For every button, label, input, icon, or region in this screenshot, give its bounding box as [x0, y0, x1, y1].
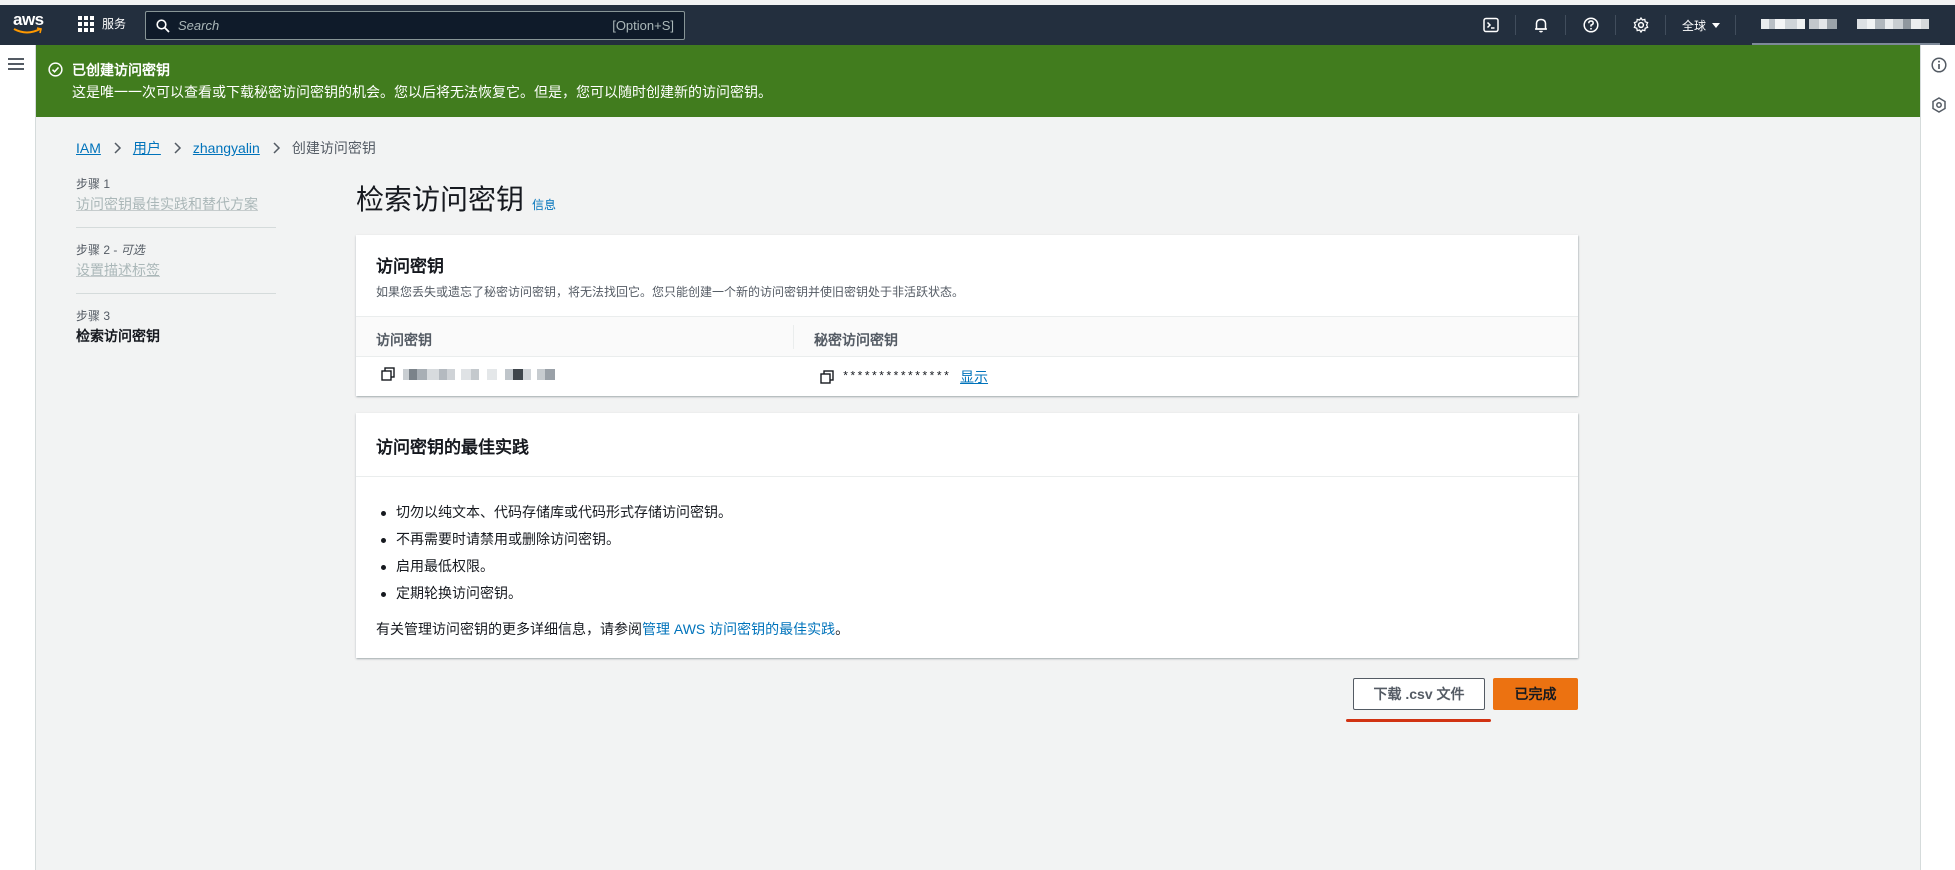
- show-secret-link[interactable]: 显示: [960, 367, 988, 387]
- nav-divider: [1565, 15, 1566, 35]
- success-flash-banner: 已创建访问密钥 这是唯一一次可以查看或下载秘密访问密钥的机会。您以后将无法恢复它…: [36, 45, 1920, 117]
- nav-divider: [1515, 15, 1516, 35]
- card-description: 如果您丢失或遗忘了秘密访问密钥，将无法找回它。您只能创建一个新的访问密钥并使旧密…: [376, 285, 965, 299]
- search-input[interactable]: [178, 18, 613, 33]
- chevron-right-icon: [174, 142, 181, 154]
- nav-divider: [1665, 15, 1666, 35]
- info-icon[interactable]: [1931, 57, 1947, 73]
- aws-logo[interactable]: aws: [13, 11, 47, 39]
- best-practices-link[interactable]: 管理 AWS 访问密钥的最佳实践: [642, 621, 835, 637]
- breadcrumb-users[interactable]: 用户: [133, 138, 161, 158]
- step-link[interactable]: 设置描述标签: [76, 259, 276, 281]
- left-panel-strip: [0, 45, 36, 870]
- card-header: 访问密钥 如果您丢失或遗忘了秘密访问密钥，将无法找回它。您只能创建一个新的访问密…: [356, 235, 1578, 317]
- breadcrumb: IAM 用户 zhangyalin 创建访问密钥: [76, 138, 376, 158]
- download-csv-button[interactable]: 下载 .csv 文件: [1353, 678, 1485, 710]
- cloudshell-icon[interactable]: [1483, 17, 1499, 33]
- info-link[interactable]: 信息: [532, 196, 556, 213]
- more-info-prefix: 有关管理访问密钥的更多详细信息，请参阅: [376, 621, 642, 637]
- card-header: 访问密钥的最佳实践: [356, 413, 1578, 477]
- settings-icon[interactable]: [1633, 17, 1649, 33]
- step-number: 步骤 3: [76, 309, 111, 323]
- nav-divider: [1615, 15, 1616, 35]
- menu-icon[interactable]: [8, 58, 24, 70]
- region-label: 全球: [1682, 19, 1707, 33]
- wizard-step-2: 步骤 2 - 可选 设置描述标签: [76, 241, 276, 294]
- wizard-steps: 步骤 1 访问密钥最佳实践和替代方案 步骤 2 - 可选 设置描述标签 步骤 3…: [76, 175, 276, 372]
- card-title: 访问密钥的最佳实践: [376, 438, 529, 457]
- optional-label: 可选: [120, 243, 145, 257]
- more-info-suffix: 。: [835, 621, 850, 637]
- column-divider: [793, 325, 794, 349]
- grid-icon: [78, 15, 94, 32]
- hexagon-settings-icon[interactable]: [1931, 97, 1947, 113]
- account-menu[interactable]: [1752, 5, 1952, 45]
- redacted-account-name: [1761, 19, 1929, 29]
- search-icon: [156, 18, 170, 33]
- wizard-step-3: 步骤 3 检索访问密钥: [76, 307, 276, 359]
- access-key-cell: [381, 367, 583, 381]
- column-access-key: 访问密钥: [376, 332, 432, 348]
- annotation-underline: [1346, 719, 1491, 722]
- access-key-card: 访问密钥 如果您丢失或遗忘了秘密访问密钥，将无法找回它。您只能创建一个新的访问密…: [356, 235, 1578, 396]
- list-item: 定期轮换访问密钥。: [376, 580, 1578, 607]
- wizard-step-1: 步骤 1 访问密钥最佳实践和替代方案: [76, 175, 276, 228]
- page-title: 检索访问密钥: [356, 184, 525, 215]
- card-title: 访问密钥: [376, 257, 444, 276]
- services-label: 服务: [102, 17, 127, 31]
- more-info-text: 有关管理访问密钥的更多详细信息，请参阅管理 AWS 访问密钥的最佳实践。: [376, 619, 1578, 639]
- region-selector[interactable]: 全球: [1682, 17, 1721, 34]
- list-item: 不再需要时请禁用或删除访问密钥。: [376, 526, 1578, 553]
- breadcrumb-current: 创建访问密钥: [291, 140, 376, 156]
- chevron-right-icon: [114, 142, 121, 154]
- step-current-label: 检索访问密钥: [76, 328, 160, 344]
- secret-key-cell: *************** 显示: [820, 367, 988, 387]
- copy-icon[interactable]: [820, 370, 834, 384]
- right-panel-strip: [1920, 45, 1955, 870]
- best-practices-card: 访问密钥的最佳实践 切勿以纯文本、代码存储库或代码形式存储访问密钥。 不再需要时…: [356, 413, 1578, 658]
- redacted-access-key: [403, 368, 555, 380]
- help-icon[interactable]: [1583, 17, 1599, 33]
- flash-title: 已创建访问密钥: [72, 62, 170, 78]
- step-number: 步骤 2 - 可选: [76, 243, 145, 257]
- page-header: 检索访问密钥 信息: [356, 178, 556, 218]
- step-link[interactable]: 访问密钥最佳实践和替代方案: [76, 193, 276, 215]
- nav-divider: [1735, 15, 1736, 35]
- copy-icon[interactable]: [381, 367, 395, 381]
- flash-message: 这是唯一一次可以查看或下载秘密访问密钥的机会。您以后将无法恢复它。但是，您可以随…: [72, 84, 772, 100]
- check-circle-icon: [48, 62, 63, 77]
- breadcrumb-user[interactable]: zhangyalin: [193, 140, 260, 156]
- bell-icon[interactable]: [1533, 17, 1549, 33]
- top-navigation: aws 服务 [Option+S]: [0, 5, 1955, 45]
- best-practices-list: 切勿以纯文本、代码存储库或代码形式存储访问密钥。 不再需要时请禁用或删除访问密钥…: [376, 499, 1578, 607]
- column-secret-key: 秘密访问密钥: [814, 332, 898, 348]
- chevron-right-icon: [273, 142, 280, 154]
- list-item: 启用最低权限。: [376, 553, 1578, 580]
- search-shortcut-hint: [Option+S]: [612, 18, 674, 33]
- secret-key-masked: ***************: [842, 370, 951, 384]
- aws-logo-text: aws: [13, 10, 44, 29]
- caret-down-icon: [1712, 23, 1721, 28]
- search-box[interactable]: [Option+S]: [145, 11, 685, 40]
- breadcrumb-iam[interactable]: IAM: [76, 140, 101, 156]
- list-item: 切勿以纯文本、代码存储库或代码形式存储访问密钥。: [376, 499, 1578, 526]
- services-menu[interactable]: 服务: [78, 15, 126, 32]
- key-table-header: 访问密钥 秘密访问密钥: [356, 317, 1578, 357]
- done-button[interactable]: 已完成: [1493, 678, 1578, 710]
- step-number: 步骤 1: [76, 177, 111, 191]
